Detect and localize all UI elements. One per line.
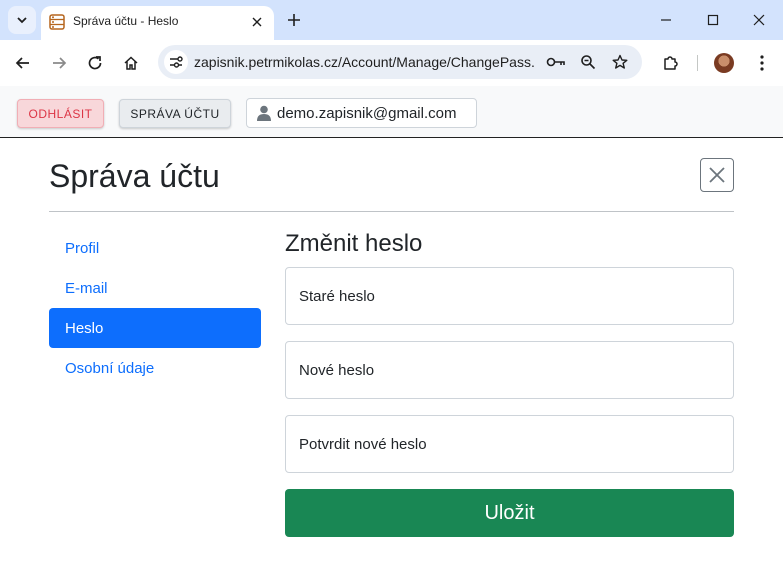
- browser-window: Správa účtu - Heslo zapisnik.petrmikolas…: [0, 0, 783, 587]
- tab-active[interactable]: Správa účtu - Heslo: [41, 6, 274, 40]
- profile-avatar[interactable]: [714, 53, 734, 73]
- user-email: demo.zapisnik@gmail.com: [277, 104, 457, 122]
- old-password-input[interactable]: [286, 268, 733, 324]
- home-button[interactable]: [118, 50, 144, 76]
- tab-search-button[interactable]: [8, 6, 36, 34]
- star-icon: [612, 54, 628, 69]
- maximize-icon: [707, 14, 719, 26]
- section-title: Změnit heslo: [285, 230, 423, 257]
- minimize-icon: [661, 19, 671, 21]
- tab-title: Správa účtu - Heslo: [73, 14, 179, 28]
- user-info: demo.zapisnik@gmail.com: [246, 98, 477, 128]
- new-password-field[interactable]: Nové heslo: [285, 341, 734, 399]
- sidebar-item-profile[interactable]: Profil: [49, 228, 261, 268]
- notebook-favicon-icon: [49, 14, 65, 30]
- confirm-password-input[interactable]: [286, 416, 733, 472]
- more-vertical-icon: [760, 55, 764, 71]
- chevron-down-icon: [17, 17, 27, 24]
- bookmark-button[interactable]: [609, 51, 631, 73]
- close-icon: [753, 14, 765, 26]
- key-icon: [546, 57, 565, 67]
- sidebar-item-password[interactable]: Heslo: [49, 308, 261, 348]
- page-title: Správa účtu: [49, 158, 220, 194]
- arrow-left-icon: [15, 57, 29, 69]
- site-info-button[interactable]: [164, 50, 188, 74]
- toolbar-separator: [697, 55, 698, 71]
- minimize-button[interactable]: [654, 8, 678, 32]
- tab-close-button[interactable]: [248, 13, 266, 31]
- new-tab-button[interactable]: [283, 9, 305, 31]
- zoom-icon: [581, 55, 596, 70]
- zoom-button[interactable]: [577, 51, 599, 73]
- browser-toolbar: zapisnik.petrmikolas.cz/Account/Manage/C…: [0, 40, 783, 86]
- plus-icon: [288, 14, 300, 26]
- address-bar[interactable]: zapisnik.petrmikolas.cz/Account/Manage/C…: [158, 45, 642, 79]
- url-text: zapisnik.petrmikolas.cz/Account/Manage/C…: [194, 54, 536, 70]
- reload-icon: [88, 56, 102, 70]
- close-icon: [252, 17, 262, 27]
- extensions-button[interactable]: [659, 51, 683, 75]
- logout-button[interactable]: ODHLÁSIT: [17, 99, 104, 128]
- back-button[interactable]: [10, 50, 36, 76]
- forward-button[interactable]: [46, 50, 72, 76]
- new-password-input[interactable]: [286, 342, 733, 398]
- close-window-button[interactable]: [747, 8, 771, 32]
- confirm-password-field[interactable]: Potvrdit nové heslo: [285, 415, 734, 473]
- sidebar-item-email[interactable]: E-mail: [49, 268, 261, 308]
- home-icon: [124, 56, 138, 70]
- tab-strip: Správa účtu - Heslo: [0, 0, 783, 40]
- header-divider: [49, 211, 734, 212]
- app-top-bar: ODHLÁSIT SPRÁVA ÚČTU demo.zapisnik@gmail…: [0, 86, 783, 138]
- password-key-button[interactable]: [545, 51, 567, 73]
- sidebar-item-personal-data[interactable]: Osobní údaje: [49, 348, 261, 388]
- maximize-button[interactable]: [701, 8, 725, 32]
- close-icon: [709, 167, 725, 183]
- user-icon: [257, 105, 271, 121]
- account-settings-button[interactable]: SPRÁVA ÚČTU: [119, 99, 231, 128]
- old-password-field[interactable]: Staré heslo: [285, 267, 734, 325]
- tune-icon: [170, 56, 183, 68]
- save-button[interactable]: Uložit: [285, 489, 734, 537]
- reload-button[interactable]: [82, 50, 108, 76]
- puzzle-icon: [664, 56, 678, 70]
- arrow-right-icon: [53, 57, 67, 69]
- close-button[interactable]: [700, 158, 734, 192]
- browser-menu-button[interactable]: [750, 51, 774, 75]
